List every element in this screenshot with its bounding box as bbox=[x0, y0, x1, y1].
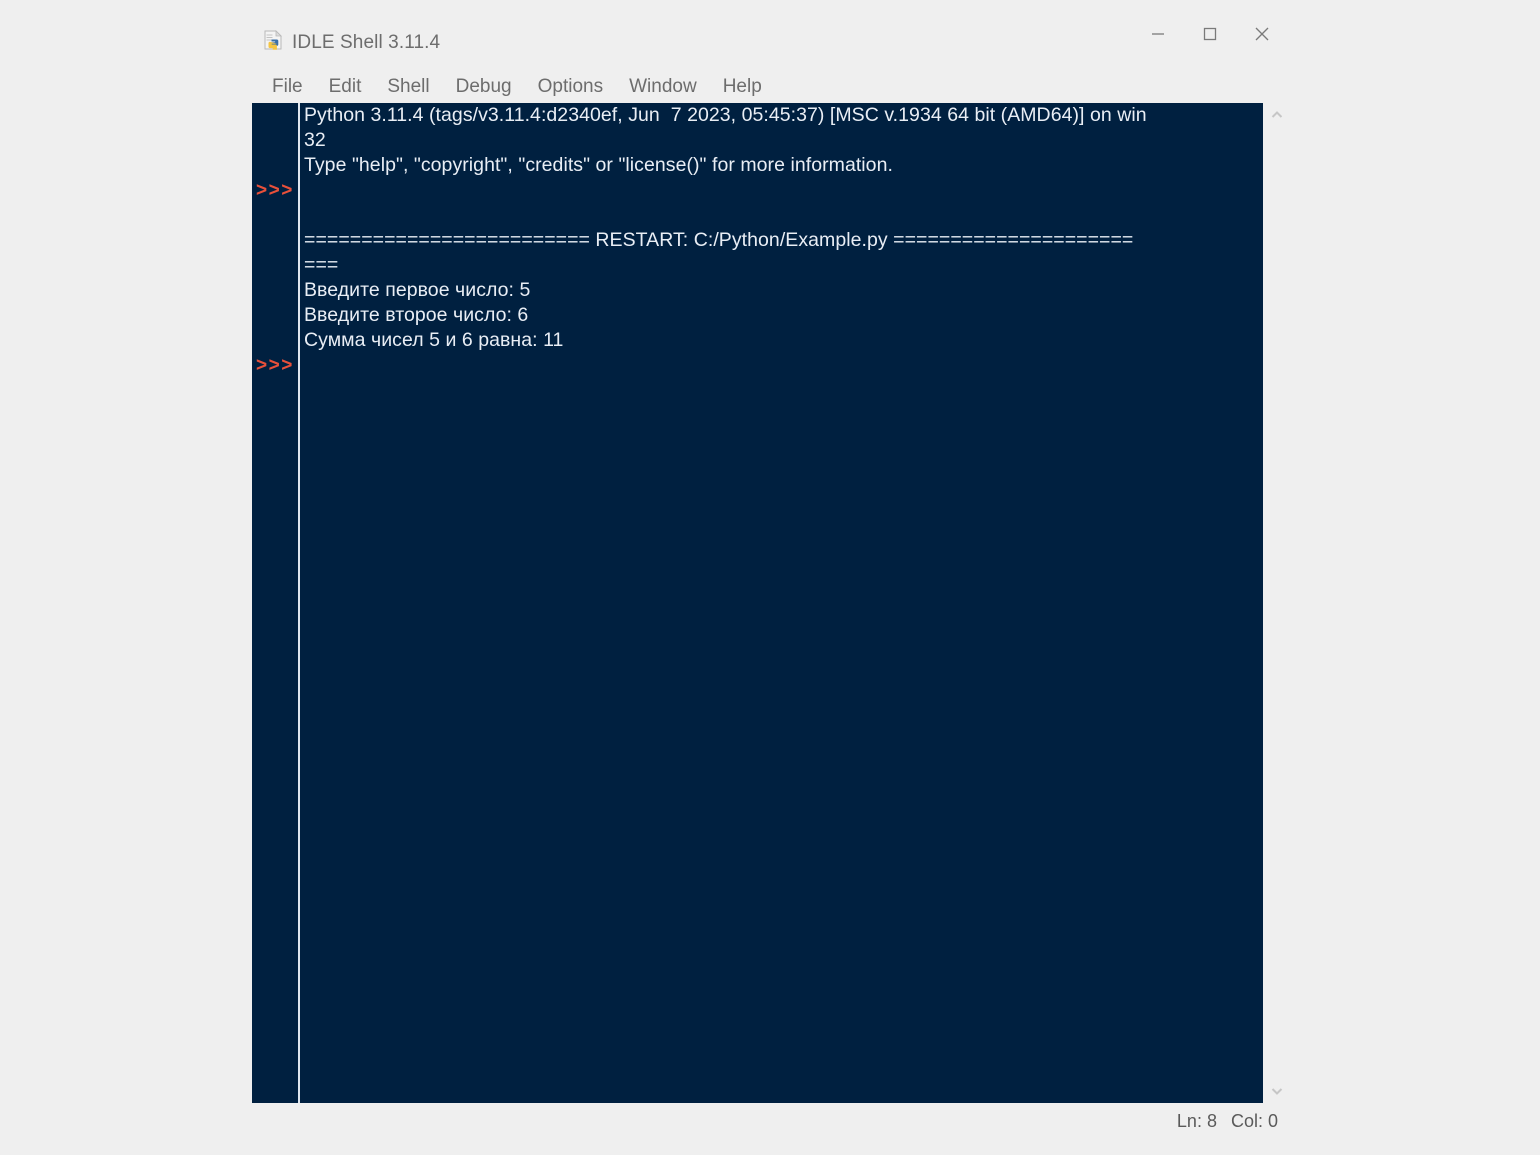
console-line: === bbox=[304, 254, 339, 276]
console-line: Python 3.11.4 (tags/v3.11.4:d2340ef, Jun… bbox=[304, 104, 1147, 126]
prompt-gutter bbox=[252, 103, 298, 1103]
menu-item-edit[interactable]: Edit bbox=[316, 73, 375, 101]
status-bar: Ln: 8 Col: 0 bbox=[252, 1103, 1288, 1140]
console-area: Python 3.11.4 (tags/v3.11.4:d2340ef, Jun… bbox=[252, 103, 1288, 1103]
menu-item-shell[interactable]: Shell bbox=[374, 73, 442, 101]
gutter-separator bbox=[298, 103, 300, 1103]
console-line: ========================= RESTART: C:/Py… bbox=[304, 229, 1134, 251]
console-line: 32 bbox=[304, 129, 326, 151]
console-lines: Python 3.11.4 (tags/v3.11.4:d2340ef, Jun… bbox=[304, 103, 1263, 378]
shell-output[interactable]: Python 3.11.4 (tags/v3.11.4:d2340ef, Jun… bbox=[252, 103, 1263, 1103]
status-line-number: Ln: 8 bbox=[1176, 1111, 1217, 1131]
shell-prompt: >>> bbox=[256, 355, 294, 376]
maximize-icon bbox=[1203, 27, 1217, 41]
minimize-icon bbox=[1152, 33, 1164, 35]
scroll-up-button[interactable] bbox=[1265, 103, 1288, 127]
menu-item-help[interactable]: Help bbox=[710, 73, 775, 101]
python-file-icon bbox=[262, 29, 286, 53]
chevron-down-icon bbox=[1271, 1088, 1282, 1095]
menu-bar: File Edit Shell Debug Options Window Hel… bbox=[262, 72, 775, 102]
title-bar: IDLE Shell 3.11.4 bbox=[252, 0, 1288, 66]
status-column-number: Col: 0 bbox=[1230, 1111, 1278, 1131]
window-title: IDLE Shell 3.11.4 bbox=[292, 32, 441, 53]
console-line: Введите второе число: 6 bbox=[304, 304, 529, 326]
console-line: Введите первое число: 5 bbox=[304, 279, 531, 301]
chevron-up-icon bbox=[1271, 111, 1282, 118]
menu-item-file[interactable]: File bbox=[262, 73, 316, 101]
menu-item-window[interactable]: Window bbox=[616, 73, 710, 101]
scroll-down-button[interactable] bbox=[1265, 1079, 1288, 1103]
console-line: Type "help", "copyright", "credits" or "… bbox=[304, 154, 893, 176]
vertical-scrollbar[interactable] bbox=[1265, 103, 1288, 1103]
menu-item-options[interactable]: Options bbox=[525, 73, 616, 101]
window-controls bbox=[1132, 14, 1288, 54]
minimize-button[interactable] bbox=[1132, 14, 1184, 54]
close-icon bbox=[1255, 27, 1269, 41]
maximize-button[interactable] bbox=[1184, 14, 1236, 54]
shell-prompt: >>> bbox=[256, 180, 294, 201]
menu-item-debug[interactable]: Debug bbox=[443, 73, 525, 101]
close-button[interactable] bbox=[1236, 14, 1288, 54]
console-line: Сумма чисел 5 и 6 равна: 11 bbox=[304, 329, 564, 351]
idle-shell-window: IDLE Shell 3.11.4 File Edit Shell Debug … bbox=[252, 0, 1288, 1140]
